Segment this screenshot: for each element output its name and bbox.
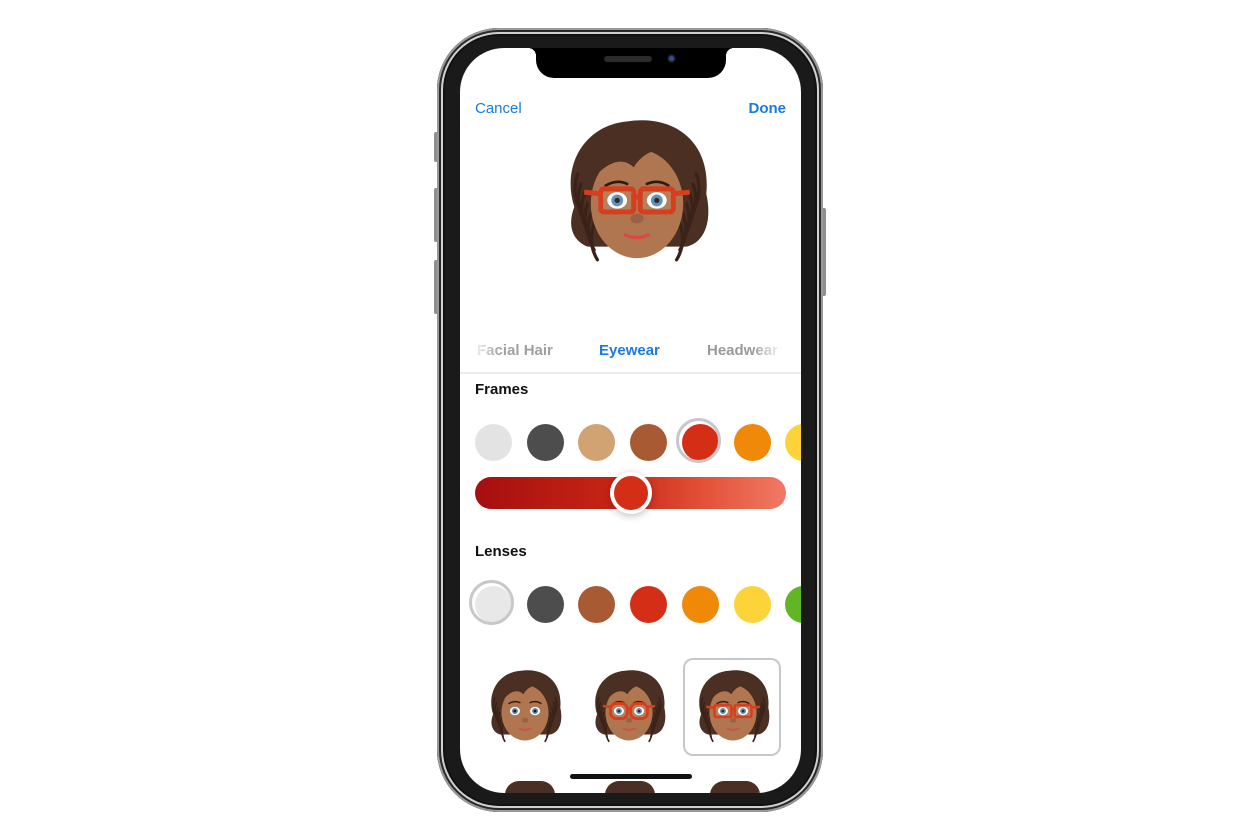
notch [528, 48, 734, 78]
glasses-temple [673, 189, 691, 197]
frame-color-swatch-orange[interactable] [733, 424, 771, 461]
frame-color-swatch-dark-gray[interactable] [526, 424, 564, 461]
glasses-lens-right [733, 703, 753, 719]
front-camera-icon [667, 54, 676, 63]
glasses-lens-left [609, 702, 629, 721]
glasses-lens-left [713, 703, 733, 719]
frame-color-swatch-brown[interactable] [630, 424, 668, 461]
nose [625, 717, 633, 723]
nose [630, 213, 644, 224]
done-button[interactable]: Done [749, 100, 787, 117]
lens-color-swatch-yellow[interactable] [733, 586, 771, 623]
next-row-thumbnail [505, 781, 555, 793]
frame-color-swatches [460, 416, 801, 468]
frame-color-swatch-light-gray[interactable] [475, 424, 512, 461]
category-tabs: Facial Hair Eyewear Headwear [460, 340, 801, 372]
tabs-divider [460, 372, 801, 374]
frame-shade-slider-thumb[interactable] [609, 472, 652, 514]
lens-color-swatch-orange[interactable] [681, 586, 719, 623]
glasses-temple [751, 705, 761, 709]
memoji-thumbnail [491, 670, 562, 743]
glasses-temple [583, 189, 601, 197]
eyewear-option-rectangular[interactable] [683, 658, 781, 756]
memoji-thumbnail [595, 670, 666, 743]
tab-eyewear[interactable]: Eyewear [599, 342, 660, 359]
lens-color-swatch-dark-gray[interactable] [526, 586, 564, 623]
glasses-temple [602, 704, 611, 709]
frame-color-swatch-red[interactable] [675, 418, 721, 463]
glasses-lens-right [629, 702, 649, 721]
glasses-lens-right [637, 186, 676, 215]
lens-color-swatch-green[interactable] [785, 586, 801, 623]
glasses-temple [647, 704, 656, 709]
glasses-temple [705, 705, 715, 709]
glasses-lens-left [598, 186, 637, 215]
lenses-section-title: Lenses [475, 543, 527, 560]
lens-color-swatch-brown[interactable] [578, 586, 616, 623]
next-row-thumbnail [605, 781, 655, 793]
home-indicator[interactable] [570, 774, 692, 779]
nose [521, 717, 529, 723]
lens-color-swatch-clear[interactable] [469, 580, 514, 625]
frame-color-swatch-yellow[interactable] [785, 424, 801, 461]
cancel-button[interactable]: Cancel [475, 100, 522, 117]
lens-color-swatch-red[interactable] [630, 586, 668, 623]
speaker-grille [604, 56, 652, 62]
pupil [513, 709, 517, 713]
frames-section-title: Frames [475, 381, 529, 398]
memoji-editor-screen: Cancel Done Facial Hair Eyewear Headwear… [460, 48, 801, 793]
tab-headwear[interactable]: Headwear [707, 342, 778, 359]
tab-facial-hair[interactable]: Facial Hair [477, 342, 553, 359]
frame-shade-slider[interactable] [475, 472, 786, 514]
frame-color-swatch-tan[interactable] [578, 424, 616, 461]
nose [729, 717, 737, 723]
lens-color-swatches [460, 578, 801, 630]
pupil [533, 709, 537, 713]
memoji-thumbnail [699, 670, 770, 743]
memoji-preview [570, 120, 709, 262]
eyewear-option-round[interactable] [579, 658, 677, 756]
eyewear-option-none[interactable] [475, 658, 573, 756]
next-row-thumbnail [710, 781, 760, 793]
